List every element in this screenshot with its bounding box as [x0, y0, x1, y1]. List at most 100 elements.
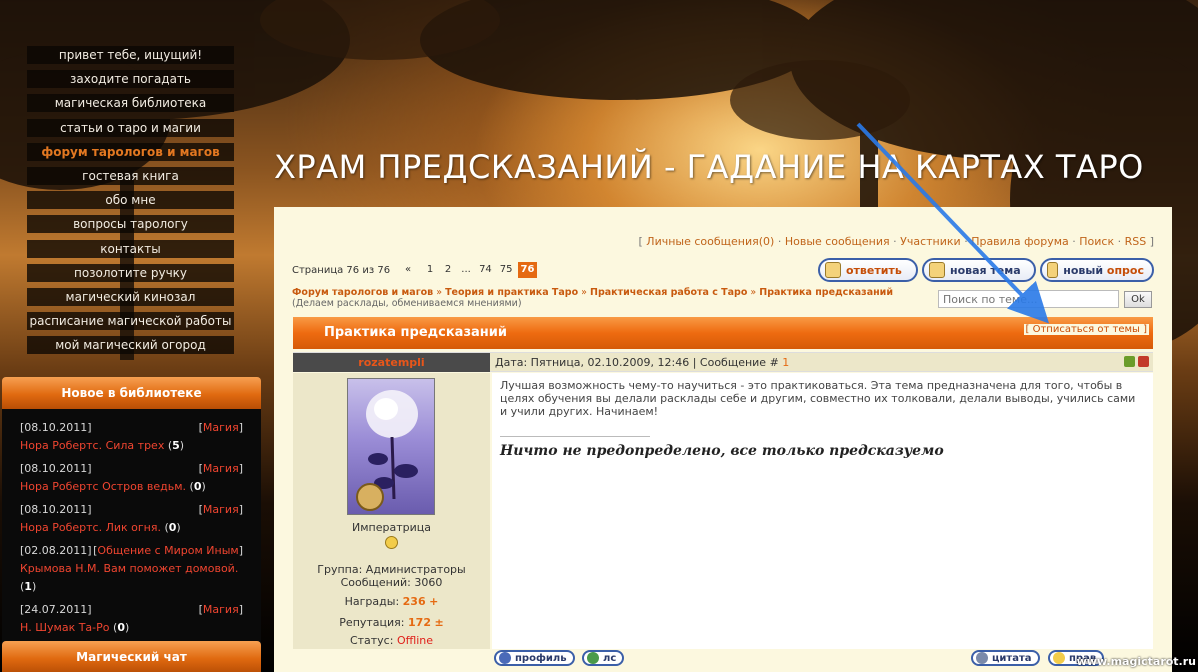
- library-item-category[interactable]: [Магия]: [199, 601, 243, 619]
- pagination-page[interactable]: 75: [497, 262, 516, 278]
- library-item-date: [08.10.2011]: [20, 462, 92, 475]
- pagination-current-page: 76: [517, 262, 538, 278]
- new-topic-button[interactable]: новая тема: [922, 258, 1036, 282]
- post-author-info: Императрица Группа: Администраторы Сообщ…: [293, 373, 490, 649]
- breadcrumb-description: (Делаем расклады, обмениваемся мнениями): [292, 298, 522, 309]
- pagination-page[interactable]: 74: [476, 262, 495, 278]
- user-reputation: Репутация: 172 ±: [339, 616, 444, 629]
- forum-top-links: [ Личные сообщения(0) · Новые сообщения …: [638, 235, 1155, 248]
- library-item: [08.10.2011] [Магия] Нора Робертс Остров …: [20, 460, 243, 493]
- thumbs-down-icon[interactable]: [1138, 356, 1149, 367]
- nav-item-about[interactable]: обо мне: [27, 191, 234, 210]
- reply-button[interactable]: ответить: [818, 258, 918, 282]
- library-item-title[interactable]: Нора Робертс Остров ведьм.: [20, 480, 186, 493]
- pagination-page[interactable]: 1: [422, 262, 438, 278]
- site-watermark: www.magictarot.ru: [1076, 655, 1196, 668]
- user-status: Статус: Offline: [349, 634, 434, 647]
- library-item-title[interactable]: Крымова Н.М. Вам поможет домовой.: [20, 562, 238, 575]
- library-item-category[interactable]: [Магия]: [199, 501, 243, 519]
- post-signature: Ничто не предопределено, все только пред…: [500, 443, 944, 459]
- library-item-title[interactable]: Н. Шумак Та-Ро: [20, 621, 110, 634]
- reputation-value[interactable]: 172: [408, 616, 431, 629]
- breadcrumb-current[interactable]: Практика предсказаний: [759, 287, 893, 298]
- link-search[interactable]: Поиск: [1079, 235, 1114, 248]
- private-message-button[interactable]: лс: [582, 650, 625, 666]
- user-group: Группа: Администраторы: [317, 563, 466, 576]
- library-item-count: 5: [172, 439, 180, 452]
- pagination-label: Страница 76 из 76: [292, 264, 391, 276]
- nav-item-contacts[interactable]: контакты: [27, 239, 234, 258]
- poll-icon: [1047, 262, 1059, 278]
- awards-value[interactable]: 236: [403, 595, 426, 608]
- new-poll-button[interactable]: новый опрос: [1040, 258, 1154, 282]
- awards-plus[interactable]: +: [429, 595, 438, 608]
- library-item-count: 0: [117, 621, 125, 634]
- user-messages: Сообщений: 3060: [340, 576, 443, 589]
- library-item-category[interactable]: [Общение с Миром Иным]: [93, 542, 243, 560]
- library-block: Новое в библиотеке [08.10.2011] [Магия] Н…: [2, 377, 261, 659]
- profile-icon: [499, 652, 511, 664]
- pagination: Страница 76 из 76 « 1 2 ... 74 75 76: [292, 262, 538, 278]
- breadcrumb-practical[interactable]: Практическая работа с Таро: [590, 287, 747, 298]
- main-nav: привет тебе, ищущий! заходите погадать м…: [27, 46, 234, 360]
- library-item-date: [08.10.2011]: [20, 503, 92, 516]
- pagination-ellipsis: ...: [461, 264, 471, 275]
- nav-item-forum[interactable]: форум тарологов и магов: [27, 142, 234, 161]
- unsubscribe-link[interactable]: [ Отписаться от темы ]: [1023, 324, 1149, 335]
- topic-search-input[interactable]: [938, 290, 1119, 308]
- library-item: [08.10.2011] [Магия] Нора Робертс. Сила т…: [20, 419, 243, 452]
- nav-item-garden[interactable]: мой магический огород: [27, 336, 234, 355]
- rose-avatar-image: [356, 390, 418, 511]
- user-awards: Награды: 236 +: [344, 595, 439, 608]
- post-text: Лучшая возможность чему-то научиться - э…: [500, 379, 1136, 418]
- link-forum-rules[interactable]: Правила форума: [971, 235, 1069, 248]
- library-item-count: 1: [24, 580, 32, 593]
- nav-item-library[interactable]: магическая библиотека: [27, 94, 234, 113]
- nav-item-greeting[interactable]: привет тебе, ищущий!: [27, 46, 234, 64]
- post-rating: [1124, 356, 1149, 367]
- post-author-name[interactable]: rozatempli: [293, 353, 490, 372]
- reputation-change[interactable]: ±: [434, 616, 443, 629]
- quote-icon: [976, 652, 988, 664]
- reply-icon: [825, 262, 841, 278]
- status-value: Offline: [396, 634, 434, 647]
- quote-button[interactable]: цитата: [971, 650, 1040, 666]
- site-title: ХРАМ ПРЕДСКАЗАНИЙ - ГАДАНИЕ НА КАРТАХ ТА…: [274, 148, 1144, 186]
- post-number[interactable]: 1: [782, 356, 789, 369]
- library-item-category[interactable]: [Магия]: [199, 460, 243, 478]
- edit-icon: [1053, 652, 1065, 664]
- nav-item-schedule[interactable]: расписание магической работы: [27, 312, 234, 331]
- nav-item-questions[interactable]: вопросы тарологу: [27, 215, 234, 234]
- link-members[interactable]: Участники: [900, 235, 961, 248]
- link-private-messages[interactable]: Личные сообщения(0): [646, 235, 774, 248]
- chat-heading: Магический чат: [2, 641, 261, 672]
- chat-block: Магический чат: [2, 641, 261, 672]
- new-topic-icon: [929, 262, 945, 278]
- link-rss[interactable]: RSS: [1125, 235, 1147, 248]
- profile-button[interactable]: профиль: [494, 650, 575, 666]
- nav-item-divination[interactable]: заходите погадать: [27, 70, 234, 89]
- post-body: Лучшая возможность чему-то научиться - э…: [492, 373, 1153, 649]
- nav-item-guestbook[interactable]: гостевая книга: [27, 166, 234, 185]
- topic-action-buttons: ответить новая тема новый опрос: [818, 258, 1154, 282]
- search-ok-button[interactable]: Ok: [1124, 291, 1152, 308]
- library-item: [08.10.2011] [Магия] Нора Робертс. Лик ог…: [20, 501, 243, 534]
- pagination-page[interactable]: 2: [440, 262, 456, 278]
- library-item: [02.08.2011] [Общение с Миром Иным] Крымо…: [20, 542, 243, 593]
- post-header: rozatempli Дата: Пятница, 02.10.2009, 12…: [293, 352, 1153, 372]
- link-new-messages[interactable]: Новые сообщения: [785, 235, 890, 248]
- nav-item-cinema[interactable]: магический кинозал: [27, 287, 234, 306]
- pagination-prev[interactable]: «: [400, 262, 416, 278]
- user-avatar: [347, 378, 435, 515]
- nav-item-articles[interactable]: статьи о таро и магии: [27, 118, 234, 137]
- breadcrumb-theory[interactable]: Теория и практика Таро: [445, 287, 578, 298]
- topic-title: Практика предсказаний: [324, 325, 507, 340]
- nav-item-donate[interactable]: позолотите ручку: [27, 263, 234, 282]
- library-item-title[interactable]: Нора Робертс. Лик огня.: [20, 521, 161, 534]
- library-item-title[interactable]: Нора Робертс. Сила трех: [20, 439, 164, 452]
- library-item: [24.07.2011] [Магия] Н. Шумак Та-Ро (0): [20, 601, 243, 634]
- library-item-category[interactable]: [Магия]: [199, 419, 243, 437]
- library-item-date: [02.08.2011]: [20, 544, 92, 557]
- breadcrumb-forum[interactable]: Форум тарологов и магов: [292, 287, 433, 298]
- thumbs-up-icon[interactable]: [1124, 356, 1135, 367]
